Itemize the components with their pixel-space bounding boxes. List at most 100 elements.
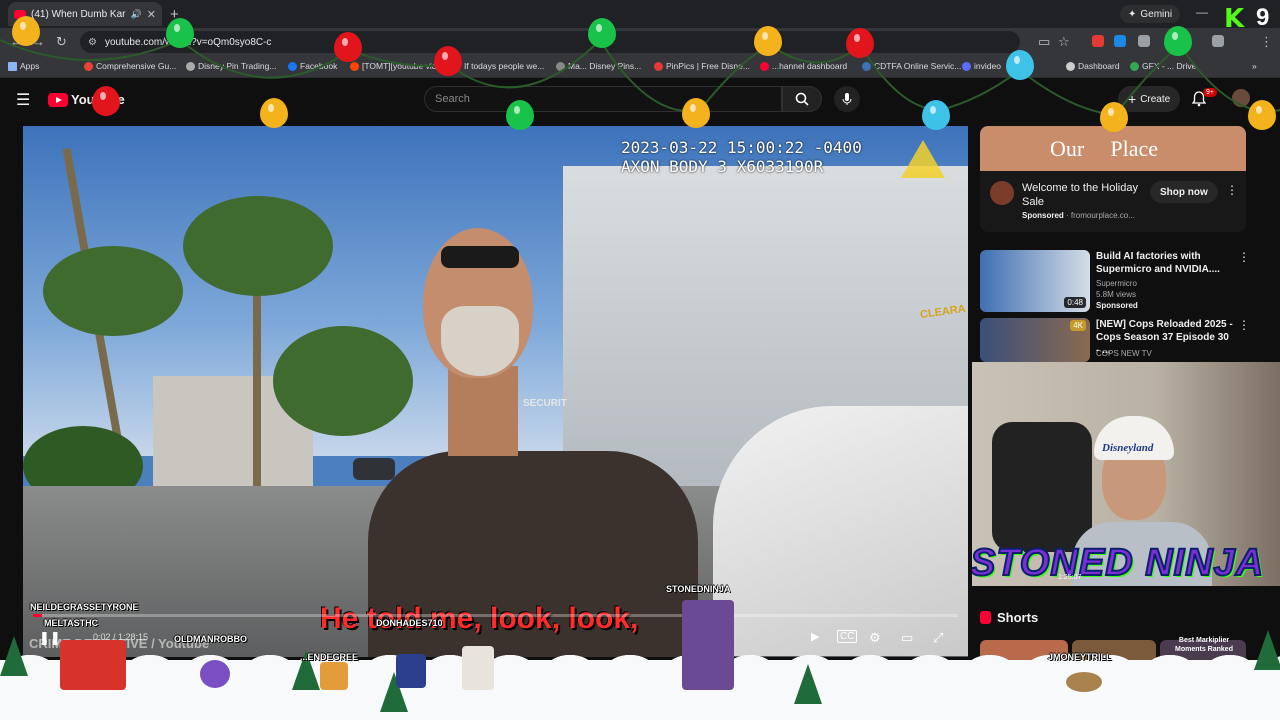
more-options-icon[interactable]: ⋮ — [1226, 183, 1238, 197]
bookmark-item[interactable]: Disney Pin Trading... — [186, 61, 276, 71]
tab-title: (41) When Dumb Karens Ge — [31, 8, 126, 20]
more-options-icon[interactable]: ⋮ — [1238, 250, 1250, 264]
gemini-button[interactable]: ✦ Gemini — [1120, 5, 1181, 23]
new-tab-button[interactable]: + — [170, 6, 179, 23]
shorts-section-header: Shorts — [980, 610, 1038, 625]
bookmark-item[interactable]: Apps — [8, 61, 39, 71]
captions-icon[interactable]: CC — [837, 630, 858, 643]
ad-banner-right: Place — [1110, 135, 1158, 161]
chat-username: MELTASTHC — [44, 618, 99, 628]
bookmark-label: [TOMT][youtube vid... — [362, 61, 444, 71]
speaker-icon[interactable]: 🔊 — [131, 9, 142, 20]
bookmark-item[interactable]: PinPics | Free Disne... — [654, 61, 750, 71]
invideo-icon — [962, 61, 971, 71]
pause-icon[interactable]: ❚❚ — [39, 630, 61, 646]
man-beard — [441, 306, 519, 376]
bookmark-item[interactable]: GFX - ... Drive — [1130, 61, 1196, 71]
video-progress-bar[interactable] — [33, 614, 958, 617]
youtube-logo[interactable]: YouTube — [48, 92, 125, 107]
back-icon[interactable]: ← — [10, 34, 23, 49]
reload-icon[interactable]: ↻ — [56, 34, 67, 50]
fullscreen-icon[interactable]: ⤢ — [933, 630, 943, 646]
man-neck — [448, 366, 518, 456]
sidebar-icon[interactable] — [1212, 35, 1224, 47]
bookmark-item[interactable]: [TOMT][youtube vid... — [350, 61, 444, 71]
ad-body: Welcome to the Holiday Sale Sponsored · … — [980, 171, 1246, 232]
dashboard-icon — [1066, 61, 1075, 71]
bookmark-item[interactable]: Ma... Disney Pins... — [556, 61, 641, 71]
search-placeholder: Search — [435, 93, 470, 105]
chat-avatar-sprite — [1066, 672, 1102, 692]
more-bookmarks-icon[interactable]: » — [1252, 61, 1257, 71]
video-thumbnail: 4K — [980, 318, 1090, 362]
site-info-icon[interactable]: ⚙ — [88, 37, 97, 48]
palm-leaves — [43, 246, 183, 336]
create-button[interactable]: + Create — [1118, 86, 1181, 112]
sunglasses — [441, 246, 519, 268]
sponsored-badge: Sponsored — [1096, 301, 1138, 310]
video-player[interactable]: SECURIT CLEARA 2023-03-22 15:00:22 -0400… — [23, 126, 968, 657]
chat-avatar-sprite — [396, 654, 426, 688]
palm-leaves — [273, 326, 413, 436]
pine-tree — [1254, 630, 1280, 670]
view-count: 5.8M views — [1096, 290, 1137, 299]
bookmark-item[interactable]: Facebook — [288, 61, 337, 71]
apps-grid-icon — [8, 61, 17, 71]
extension-icon[interactable] — [1114, 35, 1126, 47]
chat-username: DONHADES710 — [376, 618, 443, 628]
youtube-favicon-icon — [14, 9, 26, 19]
channel-name: COPS NEW TV — [1096, 349, 1152, 358]
cast-icon[interactable]: ▭ — [1038, 34, 1050, 50]
shop-now-button[interactable]: Shop now — [1150, 181, 1218, 203]
forward-icon[interactable]: → — [32, 34, 45, 49]
video-title: Build AI factories with Supermicro and N… — [1096, 251, 1220, 275]
site-icon — [452, 61, 461, 71]
sparkle-icon: ✦ — [1128, 8, 1137, 20]
address-bar[interactable]: ⚙ youtube.com/watch?v=oQm0syo8C-c — [80, 31, 1020, 53]
miniplayer-icon[interactable]: ▭ — [901, 630, 913, 646]
close-tab-icon[interactable]: ✕ — [147, 8, 156, 21]
cap-text: Disneyland — [1102, 442, 1154, 454]
facebook-icon — [288, 61, 297, 71]
bookmark-item[interactable]: If todays people we... — [452, 61, 544, 71]
drive-icon — [1130, 61, 1139, 71]
settings-gear-icon[interactable]: ⚙ — [869, 630, 881, 646]
sponsored-ad-card[interactable]: Our Place Welcome to the Holiday Sale Sp… — [980, 126, 1246, 232]
notification-count-badge: 9+ — [1203, 88, 1217, 97]
gemini-label: Gemini — [1140, 8, 1173, 20]
chat-username: NEILDEGRASSETYRONE — [30, 602, 139, 612]
browser-tab-bar: (41) When Dumb Karens Ge 🔊 ✕ + ✦ Gemini … — [0, 0, 1280, 28]
search-input[interactable]: Search — [424, 86, 782, 112]
recommended-video[interactable]: 0:48 Build AI factories with Supermicro … — [980, 250, 1250, 312]
ad-domain: fromourplace.co... — [1070, 211, 1135, 220]
address-toolbar: ← → ↻ ⚙ youtube.com/watch?v=oQm0syo8C-c … — [0, 28, 1280, 56]
bookmark-item[interactable]: Dashboard — [1066, 61, 1120, 71]
shorts-label: Shorts — [997, 610, 1039, 625]
bookmark-label: Apps — [20, 61, 40, 71]
browser-tab[interactable]: (41) When Dumb Karens Ge 🔊 ✕ — [8, 2, 162, 26]
extensions-puzzle-icon[interactable] — [1138, 35, 1150, 47]
chat-avatar-sprite — [682, 600, 734, 690]
more-options-icon[interactable]: ⋮ — [1238, 318, 1250, 332]
menu-dots-icon[interactable]: ⋮ — [1260, 34, 1273, 50]
youtube-logo-text: YouTube — [71, 92, 125, 107]
extension-icon[interactable] — [1092, 35, 1104, 47]
sponsored-label: Sponsored — [1022, 211, 1064, 220]
shorts-icon — [980, 611, 991, 624]
youtube-studio-icon — [760, 61, 769, 71]
bookmark-item[interactable]: ...hannel dashboard — [760, 61, 847, 71]
search-button[interactable] — [782, 86, 822, 112]
voice-search-button[interactable] — [834, 86, 860, 112]
bookmark-star-icon[interactable]: ☆ — [1058, 34, 1070, 50]
shirt-text: SECURIT — [523, 398, 567, 409]
avatar[interactable] — [1232, 89, 1250, 107]
bookmark-item[interactable]: Comprehensive Gu... — [84, 61, 176, 71]
hamburger-menu-icon[interactable]: ☰ — [16, 90, 30, 110]
bookmark-item[interactable]: CDTFA Online Servic... — [862, 61, 961, 71]
webcam-time: 1:25:07 — [1058, 574, 1082, 581]
bookmark-item[interactable]: invideo — [962, 61, 1001, 71]
kick-count: 9 — [1256, 4, 1270, 31]
ad-sponsor-line: Sponsored · fromourplace.co... — [1022, 211, 1135, 220]
autoplay-toggle-icon[interactable]: ▶ — [811, 630, 819, 643]
minimize-icon[interactable]: — — [1196, 5, 1208, 19]
